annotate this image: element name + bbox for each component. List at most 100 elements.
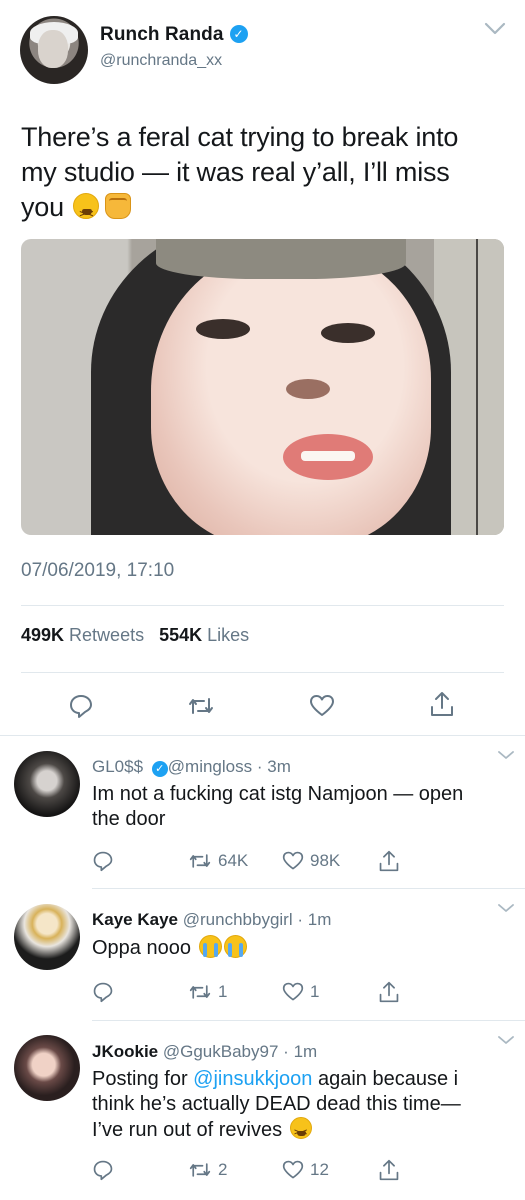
reply-avatar[interactable] [14,1035,80,1101]
author-name-text: Runch Randa [100,24,224,45]
reply-text-line: think he’s actually DEAD dead this time— [92,1093,461,1115]
retweet-button[interactable]: 2 [188,1157,227,1183]
photo-hair [156,239,406,279]
like-icon [282,982,304,1001]
chevron-down-icon[interactable] [497,1035,515,1045]
tweet-stats: 499K Retweets 554K Likes [21,625,249,646]
photo-eye-left [196,319,250,339]
tweet-text-line: my studio — it was real y’all, I’ll miss [21,157,450,187]
retweet-icon [189,854,211,868]
tweet-timestamp: 07/06/2019, 17:10 [21,560,175,581]
tweet-text-end: you [21,192,64,222]
author-handle[interactable]: @runchranda_xx [100,52,222,70]
tired-face-emoji-icon [289,1117,312,1145]
reply-text-suffix: again because i [317,1068,459,1090]
mention-link[interactable]: @jinsukkjoon [193,1068,312,1090]
retweet-icon [189,985,211,999]
reply-handle[interactable]: @runchbbygirl [183,910,293,929]
like-button[interactable]: 1 [282,979,319,1005]
tweet-text-line: There’s a feral cat trying to break into [21,122,459,152]
verified-badge-icon: ✓ [229,25,248,43]
photo-door-edge [476,239,478,535]
author-avatar[interactable] [20,16,88,84]
reply-icon[interactable] [92,1157,114,1183]
meta-separator: · [256,757,263,776]
reply-time: 1m [293,1042,318,1061]
like-count: 12 [310,1160,329,1179]
reply-icon[interactable] [67,692,95,720]
chevron-down-icon[interactable] [484,22,506,36]
crying-face-emoji-icon [223,935,247,958]
retweet-button[interactable]: 1 [188,979,227,1005]
reply-text: Oppa nooo [92,935,502,961]
meta-separator: · [283,1042,289,1061]
reply-meta: Kaye Kaye @runchbbygirl · 1m [92,910,331,930]
like-button[interactable]: 12 [282,1157,329,1183]
like-icon [282,851,304,870]
reply-meta: JKookie @GgukBaby97 · 1m [92,1042,317,1062]
meta-separator: · [297,910,304,929]
reply-author-name[interactable]: Kaye Kaye [92,910,178,929]
reply-meta: GL0$$ ✓ @mingloss · 3m [92,757,291,777]
retweets-stat[interactable]: 499K Retweets [21,625,144,645]
like-icon [282,1160,304,1179]
divider [21,605,504,606]
reply-text-line: Im not a fucking cat istg Namjoon — open [92,783,464,805]
reply-text-line: Oppa nooo [92,937,191,959]
reply-time: 1m [307,910,332,929]
reply-icon[interactable] [92,979,114,1005]
like-count: 1 [310,982,320,1001]
chevron-down-icon[interactable] [497,903,515,913]
likes-stat[interactable]: 554K Likes [159,625,249,645]
share-icon[interactable] [378,1157,400,1183]
reply-text: Posting for @jinsukkjoon again because i… [92,1067,502,1145]
retweet-button[interactable]: 64K [188,848,248,874]
retweet-icon[interactable] [187,692,215,720]
likes-label: Likes [207,625,250,645]
reply-text-end: I’ve run out of revives [92,1119,283,1141]
reply-author-name[interactable]: GL0$$ [92,757,143,776]
raised-fist-emoji-icon [105,193,132,219]
retweet-count: 2 [218,1160,228,1179]
avatar-face [38,30,68,68]
reply-text-line: Posting for @jinsukkjoon again because i [92,1067,502,1092]
reply-item[interactable]: GL0$$ ✓ @mingloss · 3m Im not a fucking c… [0,736,525,888]
reply-actions: 2 12 [92,1157,412,1183]
tweet-text-line: you [21,190,506,232]
chevron-down-icon[interactable] [497,750,515,760]
retweet-icon [189,1163,211,1177]
reply-handle[interactable]: @GgukBaby97 [163,1042,279,1061]
reply-handle[interactable]: @mingloss [168,757,252,776]
share-icon[interactable] [378,979,400,1005]
share-icon[interactable] [378,848,400,874]
verified-badge-icon: ✓ [151,761,168,777]
reply-avatar[interactable] [14,904,80,970]
like-count: 98K [310,851,341,870]
reply-item[interactable]: Kaye Kaye @runchbbygirl · 1m Oppa nooo 1… [0,889,525,1019]
reply-author-name[interactable]: JKookie [92,1042,158,1061]
like-icon[interactable] [308,692,336,720]
author-name[interactable]: Runch Randa ✓ [100,24,248,46]
tired-face-emoji-icon [73,193,100,232]
reply-text-line: the door [92,808,166,830]
photo-teeth [301,451,355,461]
reply-avatar[interactable] [14,751,80,817]
like-button[interactable]: 98K [282,848,340,874]
photo-eye-right [321,323,375,343]
share-icon[interactable] [428,690,456,718]
tweet-text: There’s a feral cat trying to break into… [21,120,506,232]
retweets-label: Retweets [69,625,145,645]
reply-icon[interactable] [92,848,114,874]
reply-item[interactable]: JKookie @GgukBaby97 · 1m Posting for @ji… [0,1021,525,1200]
tweet-photo[interactable] [21,239,504,535]
retweet-count: 64K [218,851,249,870]
divider [21,672,504,673]
reply-actions: 64K 98K [92,848,412,874]
likes-count: 554K [159,625,203,645]
reply-text-line: I’ve run out of revives [92,1117,502,1145]
reply-time: 3m [267,757,291,776]
retweet-count: 1 [218,982,228,1001]
crying-face-emoji-icon [198,935,222,958]
reply-text: Im not a fucking cat istg Namjoon — open… [92,782,502,832]
photo-nose [286,379,330,399]
